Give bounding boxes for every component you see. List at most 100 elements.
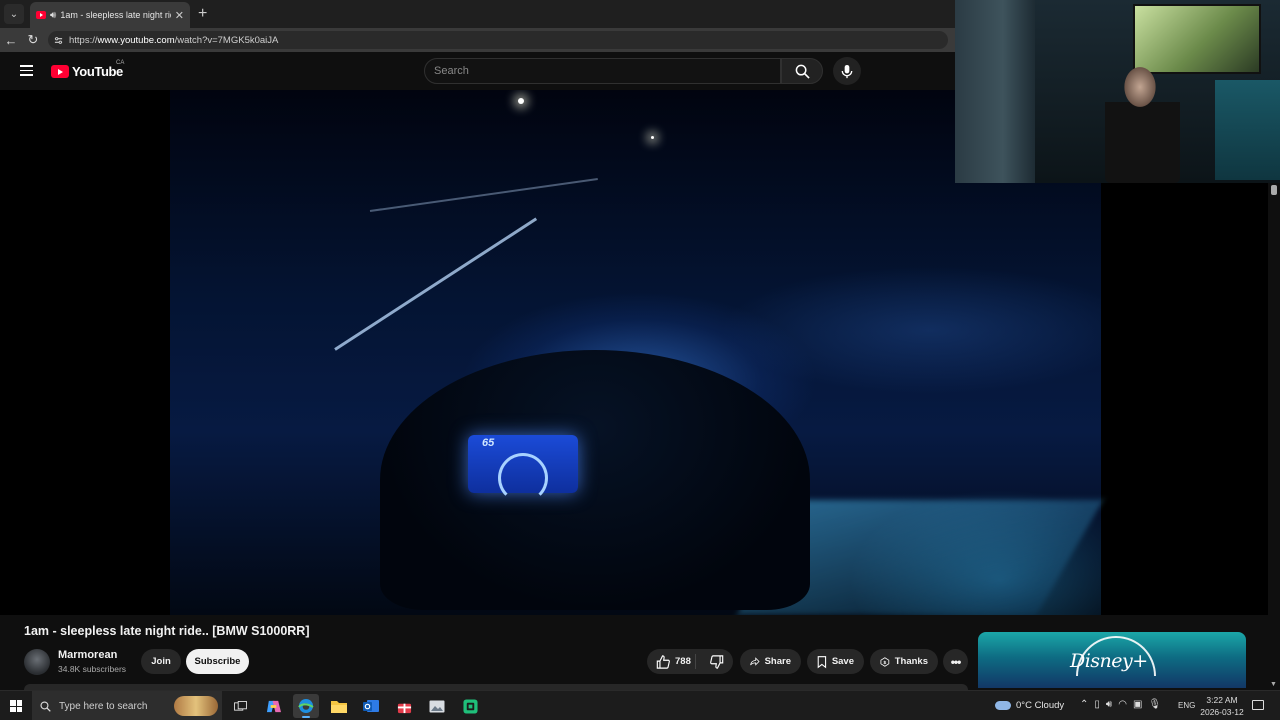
url-field[interactable]: https://www.youtube.com/watch?v=7MGK5k0a… xyxy=(48,31,948,49)
screen-icon[interactable]: ▣ xyxy=(1133,699,1142,710)
webcam-background-shelf xyxy=(1215,80,1280,180)
microphone-icon xyxy=(841,64,853,78)
search-input[interactable] xyxy=(424,58,781,84)
system-tray: ⌃ ▯ 🔊︎ ◠ ▣ 🎙︎ xyxy=(1080,699,1161,710)
photo-app-icon[interactable] xyxy=(428,697,446,715)
browser-tab-active[interactable]: 🔊︎ 1am - sleepless late night ride ✕ xyxy=(30,2,190,28)
browser-tab-bar: ⌄ 🔊︎ 1am - sleepless late night ride ✕ + xyxy=(0,0,955,28)
like-dislike-group: 788 xyxy=(647,649,733,674)
tab-title: 1am - sleepless late night ride xyxy=(60,10,171,20)
share-icon xyxy=(750,657,760,666)
thumbs-up-icon xyxy=(656,654,670,669)
save-label: Save xyxy=(831,656,854,667)
windows-taskbar: Type here to search 0°C Cloudy ⌃ ▯ 🔊︎ ◠ … xyxy=(0,690,1280,720)
page-scrollbar[interactable]: ▼ xyxy=(1268,183,1280,690)
like-count: 788 xyxy=(675,656,691,667)
address-bar-row: ← ↻ https://www.youtube.com/watch?v=7MGK… xyxy=(0,28,955,52)
gift-app-icon[interactable] xyxy=(395,697,413,715)
tab-close-icon[interactable]: ✕ xyxy=(175,9,184,22)
streetlight xyxy=(651,136,654,139)
dislike-button[interactable] xyxy=(701,654,733,669)
scroll-down-icon[interactable]: ▼ xyxy=(1270,681,1277,688)
green-app-icon[interactable] xyxy=(461,697,479,715)
streetlight xyxy=(518,98,524,104)
chevron-down-icon: ⌄ xyxy=(9,8,19,20)
task-view-icon[interactable] xyxy=(231,697,249,715)
join-button[interactable]: Join xyxy=(141,649,181,674)
ad-banner[interactable]: Disney+ xyxy=(978,632,1246,688)
windows-start-icon[interactable] xyxy=(10,700,22,712)
edge-browser-icon[interactable] xyxy=(293,694,319,718)
youtube-play-icon xyxy=(51,65,69,78)
search-button[interactable] xyxy=(781,58,823,84)
webcam-overlay xyxy=(955,0,1280,183)
tachometer-gauge xyxy=(498,453,548,503)
cloud-icon xyxy=(995,701,1011,710)
disney-plus-logo: Disney+ xyxy=(1070,650,1148,672)
channel-name[interactable]: Marmorean xyxy=(58,649,117,661)
share-button[interactable]: Share xyxy=(740,649,801,674)
speedometer-readout: 65 xyxy=(482,437,495,449)
motorcycle-fairing xyxy=(380,350,810,610)
weather-text: 0°C Cloudy xyxy=(1016,700,1065,711)
like-button[interactable]: 788 xyxy=(647,654,697,669)
speaker-icon[interactable]: 🔊︎ xyxy=(50,10,56,21)
wifi-icon[interactable]: ◠ xyxy=(1118,699,1127,710)
clock-time: 3:22 AM xyxy=(1206,695,1238,705)
subscribe-button[interactable]: Subscribe xyxy=(186,649,249,674)
webcam-background-door xyxy=(955,0,1035,183)
input-language[interactable]: ENG xyxy=(1178,701,1195,710)
scrollbar-thumb[interactable] xyxy=(1271,185,1277,195)
back-icon[interactable]: ← xyxy=(0,33,22,48)
channel-avatar[interactable] xyxy=(24,649,50,675)
volume-icon[interactable]: 🔊︎ xyxy=(1106,699,1112,710)
outlook-icon[interactable] xyxy=(362,697,380,715)
youtube-header: YouTube CA xyxy=(0,52,955,90)
hamburger-menu-icon[interactable] xyxy=(20,65,33,76)
copilot-icon[interactable] xyxy=(264,697,282,715)
road-line xyxy=(334,217,538,351)
super-thanks-icon: $ xyxy=(880,656,890,667)
notification-center-icon[interactable] xyxy=(1252,700,1264,710)
file-explorer-icon[interactable] xyxy=(330,697,348,715)
road-edge xyxy=(369,177,598,212)
thanks-label: Thanks xyxy=(894,656,928,667)
url-prefix: https:// xyxy=(69,34,98,46)
more-actions-button[interactable]: ••• xyxy=(943,649,968,674)
tab-list-button[interactable]: ⌄ xyxy=(4,4,24,24)
bookmark-icon xyxy=(817,655,827,668)
streamer-figure xyxy=(1105,42,1180,183)
search-icon xyxy=(40,700,51,712)
thumbs-down-icon xyxy=(710,654,724,669)
chevron-up-icon[interactable]: ⌃ xyxy=(1080,699,1088,710)
taskbar-search-placeholder: Type here to search xyxy=(59,700,148,712)
taskbar-search-box[interactable]: Type here to search xyxy=(32,691,222,720)
clock[interactable]: 3:22 AM 2026-03-12 xyxy=(1200,694,1244,718)
thanks-button[interactable]: $ Thanks xyxy=(870,649,938,674)
url-domain: www.youtube.com xyxy=(97,34,175,46)
search-icon xyxy=(795,64,810,79)
search-highlight-image xyxy=(174,696,218,716)
video-title: 1am - sleepless late night ride.. [BMW S… xyxy=(24,624,310,638)
subscriber-count: 34.8K subscribers xyxy=(58,664,127,674)
active-app-indicator xyxy=(302,716,310,718)
reload-icon[interactable]: ↻ xyxy=(22,32,44,48)
instrument-cluster: 65 xyxy=(468,435,578,503)
voice-search-button[interactable] xyxy=(833,57,861,85)
site-info-icon[interactable] xyxy=(54,36,63,45)
youtube-logo-text: YouTube xyxy=(72,64,123,79)
youtube-logo[interactable]: YouTube xyxy=(51,64,123,79)
share-label: Share xyxy=(764,656,791,667)
clock-date: 2026-03-12 xyxy=(1200,707,1244,717)
microphone-tray-icon[interactable]: 🎙︎ xyxy=(1148,699,1161,710)
country-code: CA xyxy=(116,60,125,66)
screen: ⌄ 🔊︎ 1am - sleepless late night ride ✕ +… xyxy=(0,0,1280,720)
new-tab-button[interactable]: + xyxy=(198,5,207,23)
save-button[interactable]: Save xyxy=(807,649,864,674)
youtube-favicon-icon xyxy=(36,11,46,19)
url-path: /watch?v=7MGK5k0aiJA xyxy=(174,34,279,46)
url-text: https://www.youtube.com/watch?v=7MGK5k0a… xyxy=(69,35,278,46)
device-icon[interactable]: ▯ xyxy=(1094,699,1100,710)
weather-widget[interactable]: 0°C Cloudy xyxy=(995,700,1064,711)
svg-text:$: $ xyxy=(884,659,887,665)
